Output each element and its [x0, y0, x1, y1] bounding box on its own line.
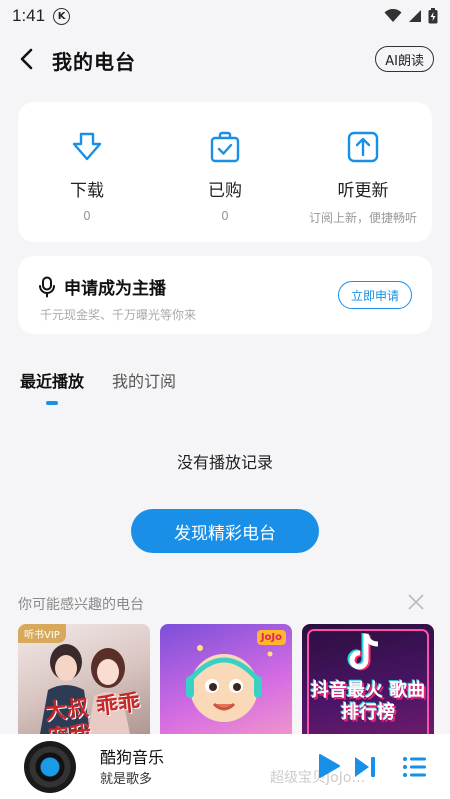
playlist-button[interactable] — [402, 754, 428, 780]
updates-subtitle: 订阅上新，便捷畅听 — [308, 211, 417, 225]
tab-indicator — [46, 401, 58, 405]
back-arrow-icon — [20, 48, 33, 70]
tab-recent-play-label: 最近播放 — [20, 372, 85, 391]
download-label: 下载 — [70, 181, 104, 201]
recommend-card[interactable]: 抖音最火 歌曲排行榜 — [302, 624, 434, 734]
download-action[interactable]: 下载 0 — [18, 102, 156, 242]
page-title: 我的电台 — [52, 50, 136, 74]
header: 我的电台 AI朗读 — [0, 38, 450, 80]
close-recommend-button[interactable] — [406, 592, 426, 612]
recommend-card[interactable]: JoJo — [160, 624, 292, 734]
status-icons — [384, 8, 438, 24]
player-subtitle: 就是歌多 — [100, 772, 153, 787]
anchor-title: 申请成为主播 — [64, 279, 166, 299]
become-anchor-card: 申请成为主播 千元现金奖、千万曝光等你来 立即申请 — [18, 256, 432, 334]
tab-my-subscriptions-label: 我的订阅 — [112, 372, 177, 391]
purchased-count: 0 — [221, 209, 229, 223]
play-button[interactable] — [314, 752, 342, 780]
empty-state-text: 没有播放记录 — [176, 453, 273, 472]
recommend-card[interactable]: 听书VIP 大叔 乖乖宠我 — [18, 624, 150, 734]
recommend-cards: 听书VIP 大叔 乖乖宠我 JoJo 抖音最火 歌曲排行榜 — [18, 624, 450, 734]
close-icon — [408, 594, 424, 610]
ai-read-button[interactable]: AI朗读 — [375, 46, 434, 72]
album-disc-icon[interactable] — [24, 741, 76, 793]
updates-action[interactable]: 听更新 订阅上新，便捷畅听 — [294, 102, 432, 242]
status-bar: 1:41 K — [0, 0, 450, 32]
baby-character-illustration — [186, 645, 273, 722]
back-button[interactable] — [14, 46, 38, 72]
download-icon — [72, 132, 102, 161]
anchor-subtitle: 千元现金奖、千万曝光等你来 — [40, 308, 197, 322]
purchased-label: 已购 — [208, 181, 242, 201]
player-title: 酷狗音乐 — [100, 748, 165, 767]
tab-my-subscriptions[interactable]: 我的订阅 — [112, 368, 176, 392]
apply-now-button[interactable]: 立即申请 — [337, 281, 412, 309]
k-badge-icon: K — [53, 7, 71, 25]
status-time: 1:41 — [12, 6, 46, 25]
anchor-title-row: 申请成为主播 — [38, 274, 166, 299]
wifi-icon — [384, 9, 402, 22]
card-cover-text: 抖音最火 歌曲排行榜 — [310, 680, 426, 723]
mini-player[interactable]: 酷狗音乐 就是歌多 超级宝贝JoJo… — [0, 734, 450, 799]
playlist-icon — [403, 757, 426, 777]
upload-update-icon — [347, 131, 379, 163]
play-icon — [319, 754, 340, 778]
next-track-button[interactable] — [352, 754, 378, 780]
download-count: 0 — [83, 209, 91, 223]
updates-label: 听更新 — [337, 181, 389, 201]
recommend-title: 你可能感兴趣的电台 — [18, 597, 144, 613]
battery-icon — [428, 8, 438, 24]
actions-card: 下载 0 已购 0 听更新 订阅上新，便捷畅听 — [18, 102, 432, 242]
tabs: 最近播放 我的订阅 — [20, 368, 176, 405]
next-track-icon — [355, 757, 375, 777]
discover-radio-button[interactable]: 发现精彩电台 — [131, 509, 319, 553]
tab-recent-play[interactable]: 最近播放 — [20, 368, 85, 405]
purchased-action[interactable]: 已购 0 — [156, 102, 294, 242]
purchased-bag-icon — [210, 131, 240, 163]
microphone-icon — [39, 276, 55, 297]
cellular-signal-icon — [409, 10, 421, 22]
